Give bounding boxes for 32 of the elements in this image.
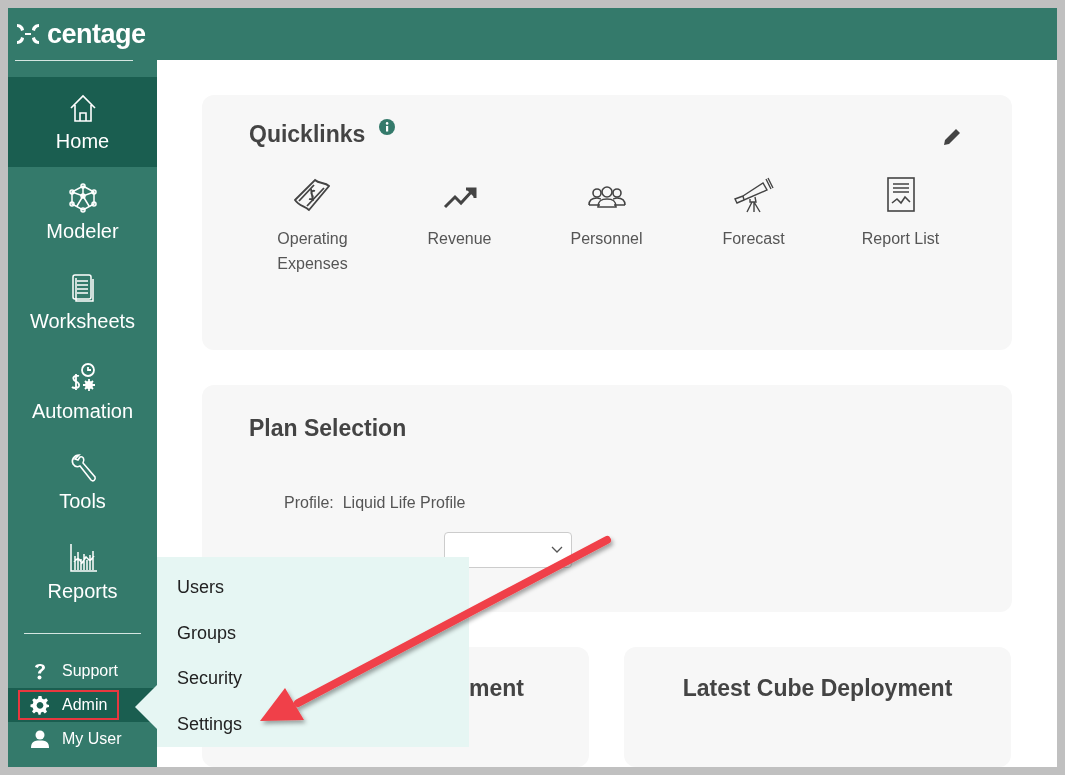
menu-item[interactable]: Users <box>157 565 224 611</box>
nav-item[interactable]: Support <box>18 656 131 686</box>
nav-item[interactable]: Modeler <box>8 167 157 257</box>
quicklink[interactable]: Report List <box>827 174 974 276</box>
menu-item[interactable]: Settings <box>157 701 243 747</box>
quicklink[interactable]: Forecast <box>680 174 827 276</box>
nav-item[interactable]: Tools <box>8 437 157 527</box>
card-title: Latest Cube Deployment <box>682 675 953 703</box>
menu-item[interactable]: Security <box>157 656 243 702</box>
nav-item[interactable]: My User <box>18 724 134 754</box>
info-icon[interactable] <box>379 119 396 135</box>
edit-icon[interactable] <box>942 127 962 147</box>
quicklink[interactable]: Revenue <box>386 174 533 276</box>
card-title: ment <box>469 675 524 703</box>
quicklink[interactable]: Personnel <box>533 174 680 276</box>
logo-icon <box>15 21 41 47</box>
menu-item[interactable]: Groups <box>157 610 237 656</box>
nav-item[interactable]: Worksheets <box>8 257 157 347</box>
card-title: Plan Selection <box>249 415 408 443</box>
nav-item[interactable]: Home <box>8 77 157 167</box>
logo-wordmark[interactable]: centage <box>47 18 146 50</box>
quicklink[interactable]: Operating Expenses <box>239 174 386 276</box>
chevron-down-icon <box>551 546 563 555</box>
dropdown-field[interactable] <box>444 532 572 569</box>
settings-icon <box>30 695 50 715</box>
nav-item[interactable]: Automation <box>8 347 157 437</box>
user-icon <box>30 729 50 749</box>
nav-item[interactable]: Reports <box>8 527 157 617</box>
nav-item[interactable]: Admin <box>18 690 120 720</box>
network-icon <box>66 181 99 214</box>
profile-text: Profile: Liquid Life Profile <box>284 494 467 513</box>
card-title: Quicklinks <box>249 121 366 148</box>
